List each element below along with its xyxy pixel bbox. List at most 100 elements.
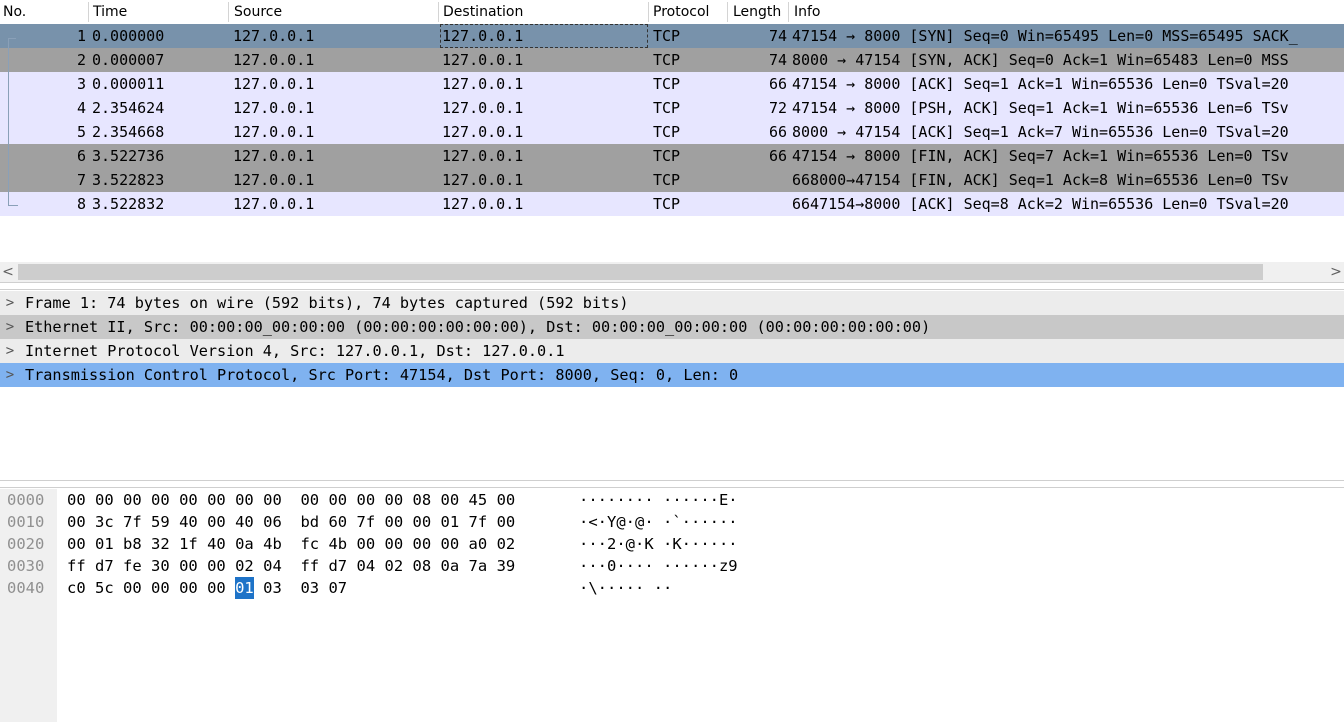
hex-bytes[interactable]: c0 5c 00 00 00 00 01 03 03 07 [67, 577, 347, 599]
hex-byte[interactable]: 00 [67, 533, 86, 555]
hex-byte[interactable]: c0 [67, 577, 86, 599]
hex-byte[interactable]: fc [300, 533, 319, 555]
hex-byte[interactable]: 00 [497, 511, 516, 533]
column-header-info[interactable]: Info [791, 0, 821, 24]
packet-row[interactable]: 7 3.522823 127.0.0.1 127.0.0.1 TCP 668000→471… [0, 168, 1344, 192]
hex-byte[interactable]: 08 [413, 555, 432, 577]
hex-byte[interactable]: 03 [263, 577, 282, 599]
hex-byte[interactable]: 00 [179, 489, 198, 511]
hex-byte[interactable]: 7f [356, 511, 375, 533]
hex-bytes[interactable]: 00 00 00 00 00 00 00 00 00 00 00 00 08 0… [67, 489, 515, 511]
scroll-left-icon[interactable]: < [0, 262, 16, 282]
hex-byte[interactable]: 01 [235, 577, 254, 599]
hex-byte[interactable]: b8 [123, 533, 142, 555]
hex-byte[interactable]: 7f [123, 511, 142, 533]
hex-byte[interactable]: 00 [67, 489, 86, 511]
ascii-dump[interactable]: ········ ······E· [579, 489, 738, 511]
hex-byte[interactable]: 02 [385, 555, 404, 577]
hex-byte[interactable]: 04 [356, 555, 375, 577]
hex-byte[interactable]: 00 [328, 489, 347, 511]
hex-byte[interactable]: 06 [263, 511, 282, 533]
pane-splitter[interactable] [0, 282, 1344, 290]
pane-splitter[interactable] [0, 480, 1344, 488]
hex-byte[interactable]: 1f [179, 533, 198, 555]
packet-list[interactable]: No. Time Source Destination Protocol Len… [0, 0, 1344, 262]
hex-byte[interactable]: 00 [497, 489, 516, 511]
hex-byte[interactable]: 5c [95, 577, 114, 599]
hex-bytes[interactable]: ff d7 fe 30 00 00 02 04 ff d7 04 02 08 0… [67, 555, 515, 577]
ascii-dump[interactable]: ·\····· ·· [579, 577, 672, 599]
hex-bytes[interactable]: 00 3c 7f 59 40 00 40 06 bd 60 7f 00 00 0… [67, 511, 515, 533]
hex-byte[interactable]: 40 [179, 511, 198, 533]
hex-byte[interactable]: 00 [356, 533, 375, 555]
column-header-length[interactable]: Length [730, 0, 781, 24]
detail-tree-item[interactable]: > Internet Protocol Version 4, Src: 127.0… [0, 339, 1344, 363]
hex-byte[interactable]: 30 [151, 555, 170, 577]
hex-byte[interactable]: 00 [385, 489, 404, 511]
hex-byte[interactable]: a0 [469, 533, 488, 555]
expand-chevron-icon[interactable]: > [3, 363, 17, 387]
hex-byte[interactable]: 4b [328, 533, 347, 555]
hex-byte[interactable]: 02 [497, 533, 516, 555]
packet-details-pane[interactable]: > Frame 1: 74 bytes on wire (592 bits), 7… [0, 291, 1344, 479]
column-header-source[interactable]: Source [231, 0, 282, 24]
hex-byte[interactable]: d7 [95, 555, 114, 577]
ascii-dump[interactable]: ···2·@·K ·K······ [579, 533, 738, 555]
packet-row[interactable]: 8 3.522832 127.0.0.1 127.0.0.1 TCP 6647154→80… [0, 192, 1344, 216]
hex-byte[interactable]: 03 [300, 577, 319, 599]
column-header-destination[interactable]: Destination [440, 0, 523, 24]
column-header-time[interactable]: Time [90, 0, 127, 24]
ascii-dump[interactable]: ···0···· ······z9 [579, 555, 738, 577]
packet-list-horizontal-scrollbar[interactable]: < > [0, 262, 1344, 282]
hex-byte[interactable]: 0a [441, 555, 460, 577]
packet-row[interactable]: 5 2.354668 127.0.0.1 127.0.0.1 TCP 66 8000 → 4… [0, 120, 1344, 144]
hex-byte[interactable]: d7 [328, 555, 347, 577]
hex-byte[interactable]: 00 [385, 511, 404, 533]
scrollbar-thumb[interactable] [18, 264, 1263, 280]
packet-row[interactable]: 1 0.000000 127.0.0.1 127.0.0.1 TCP 74 47154 → … [0, 24, 1344, 48]
hex-byte[interactable]: 01 [441, 511, 460, 533]
hex-byte[interactable]: 3c [95, 511, 114, 533]
hex-byte[interactable]: 00 [151, 577, 170, 599]
hex-byte[interactable]: fe [123, 555, 142, 577]
hex-byte[interactable]: 00 [207, 577, 226, 599]
hex-byte[interactable]: 04 [263, 555, 282, 577]
hex-byte[interactable]: 07 [328, 577, 347, 599]
hex-byte[interactable]: 00 [95, 489, 114, 511]
hex-byte[interactable]: ff [67, 555, 86, 577]
hex-byte[interactable]: 00 [207, 511, 226, 533]
hex-byte[interactable]: 00 [179, 555, 198, 577]
hex-byte[interactable]: 00 [179, 577, 198, 599]
hex-bytes[interactable]: 00 01 b8 32 1f 40 0a 4b fc 4b 00 00 00 0… [67, 533, 515, 555]
hex-byte[interactable]: 00 [413, 533, 432, 555]
ascii-dump[interactable]: ·<·Y@·@· ·`······ [579, 511, 738, 533]
hex-byte[interactable]: 32 [151, 533, 170, 555]
hex-byte[interactable]: 40 [207, 533, 226, 555]
hex-byte[interactable]: 59 [151, 511, 170, 533]
hex-byte[interactable]: 0a [235, 533, 254, 555]
hex-byte[interactable]: 4b [263, 533, 282, 555]
hex-byte[interactable]: 00 [300, 489, 319, 511]
packet-row[interactable]: 6 3.522736 127.0.0.1 127.0.0.1 TCP 66 47154 → … [0, 144, 1344, 168]
hex-byte[interactable]: 7a [469, 555, 488, 577]
hex-byte[interactable]: 00 [207, 555, 226, 577]
packet-row[interactable]: 3 0.000011 127.0.0.1 127.0.0.1 TCP 66 47154 → … [0, 72, 1344, 96]
column-header-no[interactable]: No. [0, 0, 26, 24]
packet-row[interactable]: 2 0.000007 127.0.0.1 127.0.0.1 TCP 74 8000 → 4… [0, 48, 1344, 72]
expand-chevron-icon[interactable]: > [3, 339, 17, 363]
hex-byte[interactable]: 00 [413, 511, 432, 533]
detail-tree-item[interactable]: > Ethernet II, Src: 00:00:00_00:00:00 (00… [0, 315, 1344, 339]
detail-tree-item[interactable]: > Frame 1: 74 bytes on wire (592 bits), 7… [0, 291, 1344, 315]
hex-byte[interactable]: 00 [123, 489, 142, 511]
hex-byte[interactable]: 45 [469, 489, 488, 511]
hex-byte[interactable]: 40 [235, 511, 254, 533]
hex-byte[interactable]: 60 [328, 511, 347, 533]
hex-byte[interactable]: 00 [441, 533, 460, 555]
hex-byte[interactable]: 7f [469, 511, 488, 533]
hex-byte[interactable]: 01 [95, 533, 114, 555]
hex-byte[interactable]: 00 [356, 489, 375, 511]
hex-byte[interactable]: 00 [123, 577, 142, 599]
hex-byte[interactable]: ff [300, 555, 319, 577]
packet-bytes-pane[interactable]: 0000 00 00 00 00 00 00 00 00 00 00 00 00 … [0, 489, 1344, 722]
column-header-protocol[interactable]: Protocol [650, 0, 709, 24]
